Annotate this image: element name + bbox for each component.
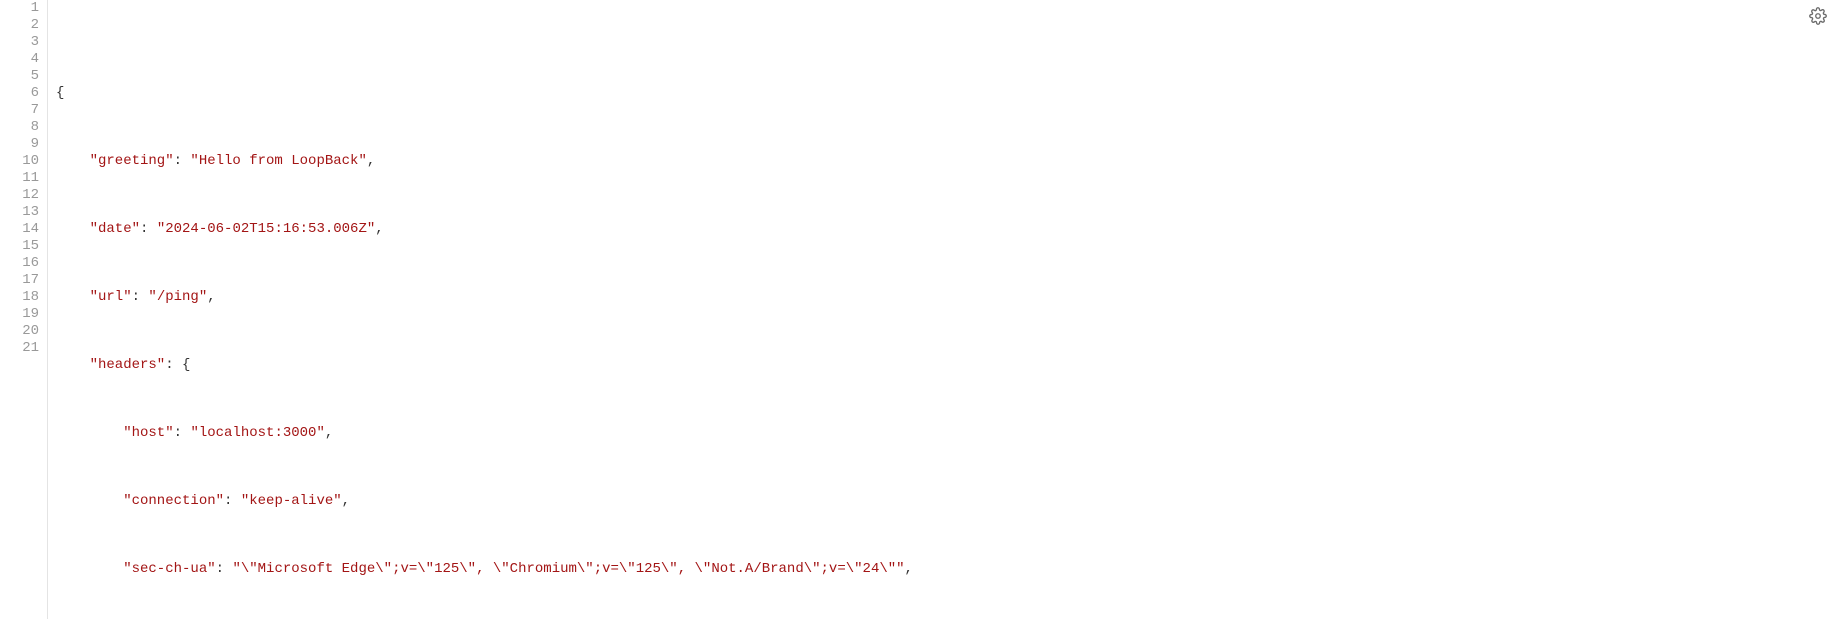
line-number: 19 <box>0 306 39 323</box>
code-line: "date": "2024-06-02T15:16:53.006Z", <box>56 221 1832 238</box>
line-number: 10 <box>0 153 39 170</box>
line-number: 5 <box>0 68 39 85</box>
code-line: "sec-ch-ua": "\"Microsoft Edge\";v=\"125… <box>56 561 1832 578</box>
line-number: 20 <box>0 323 39 340</box>
line-number: 9 <box>0 136 39 153</box>
code-line: "headers": { <box>56 357 1832 374</box>
line-number-gutter: 1 2 3 4 5 6 7 8 9 10 11 12 13 14 15 16 1… <box>0 0 48 619</box>
gear-icon[interactable] <box>1808 6 1828 26</box>
line-number: 13 <box>0 204 39 221</box>
line-number: 3 <box>0 34 39 51</box>
line-number: 6 <box>0 85 39 102</box>
line-number: 8 <box>0 119 39 136</box>
line-number: 21 <box>0 340 39 357</box>
code-line: "greeting": "Hello from LoopBack", <box>56 153 1832 170</box>
line-number: 12 <box>0 187 39 204</box>
code-line: { <box>56 85 1832 102</box>
line-number: 14 <box>0 221 39 238</box>
code-line: "url": "/ping", <box>56 289 1832 306</box>
line-number: 2 <box>0 17 39 34</box>
line-number: 11 <box>0 170 39 187</box>
code-line: "host": "localhost:3000", <box>56 425 1832 442</box>
line-number: 16 <box>0 255 39 272</box>
line-number: 7 <box>0 102 39 119</box>
line-number: 1 <box>0 0 39 17</box>
line-number: 4 <box>0 51 39 68</box>
code-editor[interactable]: { "greeting": "Hello from LoopBack", "da… <box>48 0 1840 619</box>
line-number: 15 <box>0 238 39 255</box>
line-number: 18 <box>0 289 39 306</box>
line-number: 17 <box>0 272 39 289</box>
code-line: "connection": "keep-alive", <box>56 493 1832 510</box>
